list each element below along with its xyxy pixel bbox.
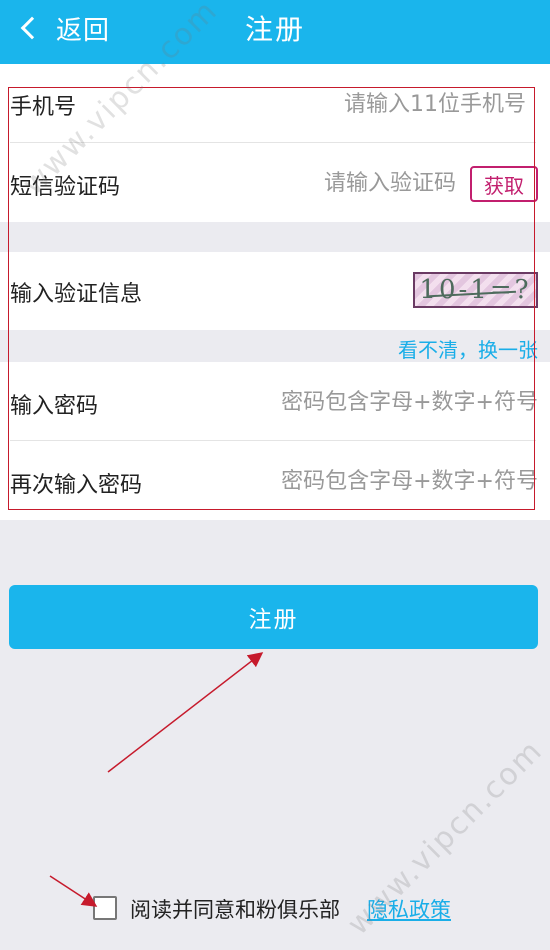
confirm-password-input[interactable] (230, 461, 538, 501)
sms-code-label: 短信验证码 (10, 175, 121, 200)
privacy-policy-link[interactable]: 隐私政策 (367, 894, 451, 924)
top-bar: 返回 注册 (0, 0, 550, 64)
divider (10, 440, 536, 441)
confirm-password-label: 再次输入密码 (10, 473, 143, 498)
password-label: 输入密码 (10, 394, 99, 419)
refresh-captcha-link[interactable]: 看不清，换一张 (398, 334, 538, 363)
phone-label: 手机号 (10, 95, 77, 120)
captcha-image[interactable]: 10-1=? (413, 272, 538, 308)
password-input[interactable] (230, 382, 538, 422)
get-code-button[interactable]: 获取 (470, 166, 538, 202)
agreement-text: 阅读并同意和粉俱乐部 (130, 898, 340, 922)
phone-input[interactable] (190, 84, 526, 124)
agree-checkbox[interactable] (93, 896, 117, 920)
sms-code-input[interactable] (200, 163, 456, 203)
register-button[interactable]: 注册 (9, 585, 538, 649)
arrow-to-register (107, 652, 264, 773)
page-title: 注册 (244, 13, 305, 46)
captcha-label: 输入验证信息 (10, 282, 143, 307)
divider (10, 142, 536, 143)
agreement-row: 阅读并同意和粉俱乐部 隐私政策 (0, 894, 550, 926)
